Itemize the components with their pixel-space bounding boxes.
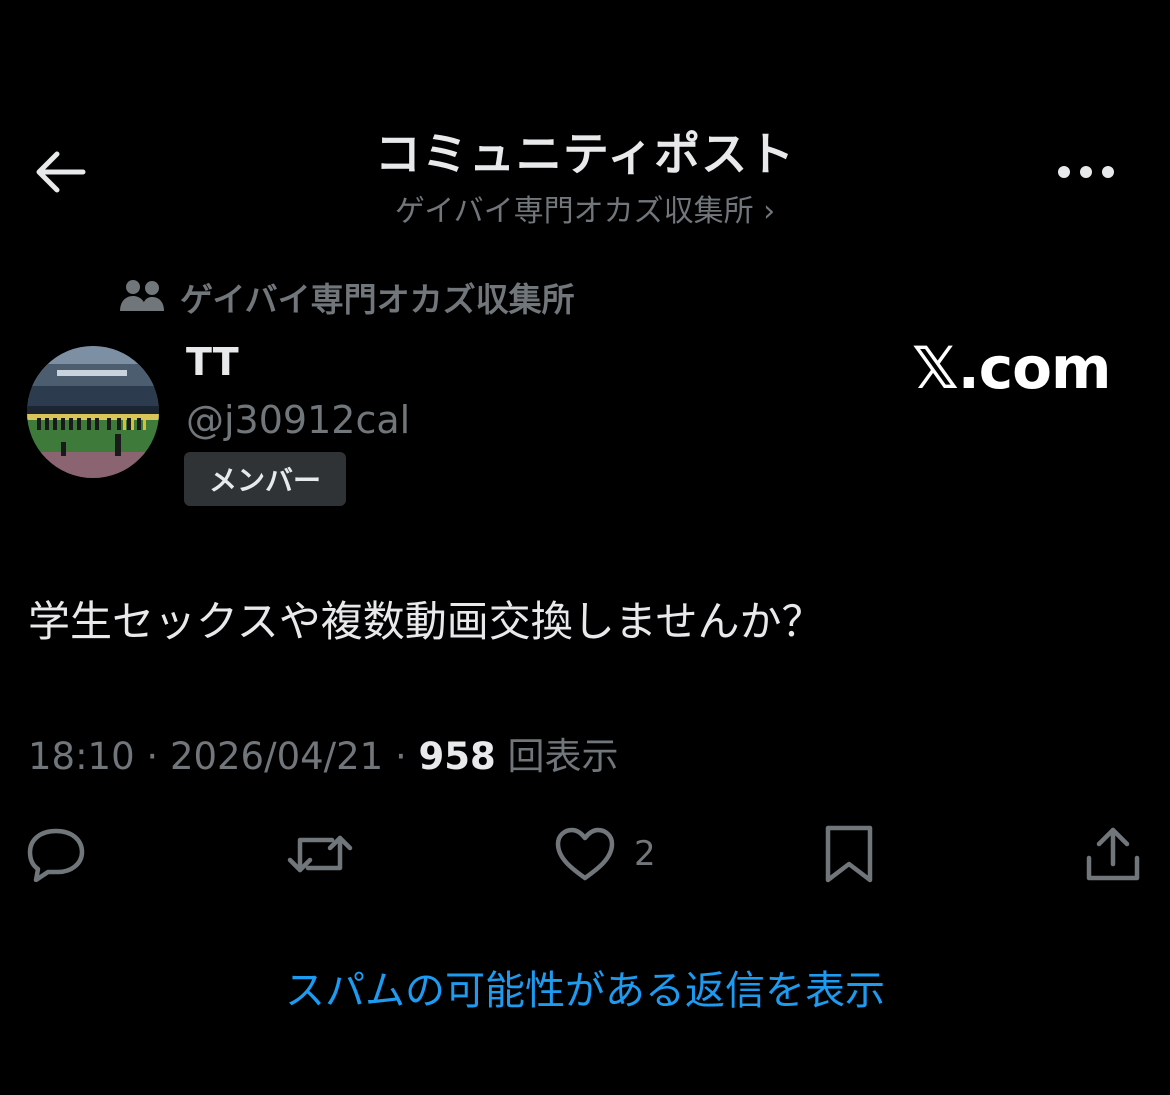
avatar-image (27, 346, 159, 478)
post-date: 2026/04/21 (169, 735, 384, 778)
post-meta: 18:10 · 2026/04/21 · 958 回表示 (28, 726, 619, 780)
share-icon (1086, 827, 1140, 881)
more-options-button[interactable] (1050, 150, 1122, 194)
more-dots-icon (1058, 166, 1114, 178)
bookmark-button[interactable] (822, 822, 876, 886)
x-com-watermark: 𝕏.com (912, 334, 1111, 402)
meta-separator: · (383, 735, 419, 778)
reply-button[interactable] (26, 822, 86, 886)
bookmark-icon (825, 825, 873, 883)
avatar[interactable] (27, 346, 159, 478)
view-count: 958 (418, 735, 496, 778)
like-count: 2 (634, 834, 656, 874)
meta-separator: · (134, 735, 170, 778)
post-time: 18:10 (28, 735, 135, 778)
page-title: コミュニティポスト (374, 127, 796, 181)
community-icon (120, 280, 164, 311)
repost-button[interactable] (286, 822, 354, 886)
view-count-label: 回表示 (495, 735, 619, 778)
community-context[interactable]: ゲイバイ専門オカズ収集所 (118, 274, 575, 320)
community-link[interactable]: ゲイバイ専門オカズ収集所 › (0, 186, 1170, 230)
reply-icon (27, 828, 85, 882)
community-name: ゲイバイ専門オカズ収集所 (180, 280, 575, 319)
post-text: 学生セックスや複数動画交換しませんか？ (28, 597, 824, 646)
author-display-name[interactable]: TT (186, 340, 239, 384)
show-spam-replies-link[interactable]: スパムの可能性がある返信を表示 (0, 958, 1170, 1016)
share-button[interactable] (1084, 822, 1142, 886)
author-handle[interactable]: @j30912cal (186, 398, 410, 442)
heart-icon (555, 827, 615, 881)
repost-icon (287, 835, 353, 873)
member-badge: メンバー (184, 452, 346, 506)
like-button[interactable]: 2 (554, 822, 656, 886)
